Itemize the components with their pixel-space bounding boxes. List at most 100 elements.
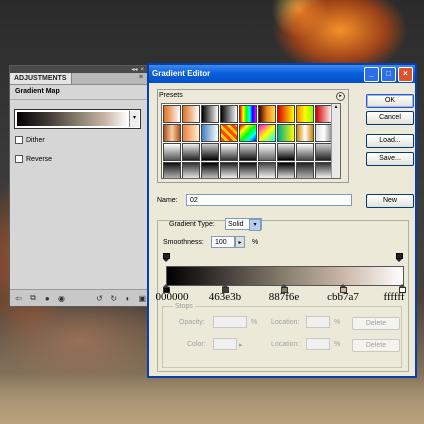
load-button[interactable]: Load...: [366, 134, 414, 148]
color-stop-label: 887f6e: [268, 291, 300, 303]
gradient-type-label: Gradient Type:: [169, 221, 215, 228]
name-label: Name:: [157, 197, 178, 204]
preset-swatch[interactable]: [163, 105, 181, 123]
expand-view-icon[interactable]: ⧉: [28, 293, 37, 303]
chevron-down-icon[interactable]: ▾: [129, 111, 139, 127]
presets-menu-icon[interactable]: ▸: [336, 92, 345, 101]
panel-header-strip: ◂◂ ×: [10, 66, 147, 73]
color-swatch-input[interactable]: [213, 338, 237, 350]
preset-swatch[interactable]: [258, 124, 276, 142]
reverse-label: Reverse: [26, 155, 53, 163]
name-input[interactable]: 02: [186, 194, 352, 206]
previous-state-icon[interactable]: ↺: [95, 294, 104, 303]
preset-swatch[interactable]: [201, 124, 219, 142]
close-icon[interactable]: ×: [398, 67, 413, 82]
preset-swatch[interactable]: [201, 162, 219, 178]
window-title: Gradient Editor: [152, 69, 211, 78]
opacity-location-input[interactable]: [306, 316, 330, 328]
preset-swatch[interactable]: [182, 105, 200, 123]
opacity-location-label: Location:: [271, 319, 300, 326]
color-location-label: Location:: [271, 341, 300, 348]
gradient-type-value: Solid: [228, 221, 244, 228]
cancel-button[interactable]: Cancel: [366, 111, 414, 125]
preset-swatch[interactable]: [163, 143, 181, 161]
preset-swatch[interactable]: [277, 143, 295, 161]
panel-menu-icon[interactable]: ≡: [139, 74, 143, 81]
preset-swatch[interactable]: [239, 105, 257, 123]
dither-checkbox-box[interactable]: [15, 136, 23, 144]
clip-layer-icon[interactable]: ●: [43, 294, 52, 303]
chevron-down-icon[interactable]: ▾: [249, 219, 261, 231]
visibility-eye-icon[interactable]: ◉: [57, 294, 66, 303]
delete-color-stop-button[interactable]: Delete: [352, 339, 400, 352]
opacity-label: Opacity:: [179, 319, 205, 326]
reset-icon[interactable]: ↻: [109, 294, 118, 303]
presets-scrollbar[interactable]: ▲: [331, 104, 340, 178]
gradient-type-select[interactable]: Solid ▾: [225, 218, 262, 231]
preset-swatch[interactable]: [220, 105, 238, 123]
smoothness-input[interactable]: 100: [211, 236, 235, 248]
new-button[interactable]: New: [366, 194, 414, 208]
preset-swatch[interactable]: [258, 105, 276, 123]
tab-adjustments[interactable]: ADJUSTMENTS: [10, 73, 72, 84]
preset-swatch[interactable]: [296, 105, 314, 123]
preset-swatch[interactable]: [201, 143, 219, 161]
preset-swatch[interactable]: [220, 143, 238, 161]
preset-swatch[interactable]: [277, 105, 295, 123]
gradient-picker[interactable]: ▾: [14, 109, 141, 129]
preset-swatch[interactable]: [296, 143, 314, 161]
preset-swatch[interactable]: [296, 124, 314, 142]
close-panel-icon[interactable]: ×: [140, 67, 144, 73]
reverse-checkbox[interactable]: Reverse: [15, 155, 52, 163]
back-arrow-icon[interactable]: ⇦: [14, 294, 23, 303]
maximize-icon[interactable]: □: [381, 67, 396, 82]
preset-swatch[interactable]: [258, 143, 276, 161]
save-button[interactable]: Save...: [366, 152, 414, 166]
preset-swatch[interactable]: [201, 105, 219, 123]
preset-swatch[interactable]: [239, 162, 257, 178]
preset-swatch[interactable]: [182, 143, 200, 161]
opacity-stop-right[interactable]: [396, 253, 403, 262]
preset-swatch[interactable]: [220, 124, 238, 142]
color-stop-label: ffffff: [383, 291, 405, 303]
color-location-input[interactable]: [306, 338, 330, 350]
preset-swatch[interactable]: [163, 162, 181, 178]
opacity-input[interactable]: [213, 316, 247, 328]
visibility-toggle-icon[interactable]: ◐: [123, 294, 132, 303]
color-location-unit: %: [334, 341, 341, 348]
collapse-icon[interactable]: ◂◂: [131, 66, 137, 73]
stops-group: [162, 306, 402, 368]
trash-icon[interactable]: ▣: [138, 294, 147, 303]
preset-swatch[interactable]: [277, 162, 295, 178]
dither-checkbox[interactable]: Dither: [15, 136, 45, 144]
window-titlebar[interactable]: Gradient Editor _ □ ×: [149, 65, 415, 83]
delete-opacity-stop-button[interactable]: Delete: [352, 317, 400, 330]
preset-swatch[interactable]: [220, 162, 238, 178]
smoothness-unit: %: [252, 239, 259, 246]
panel-title: Gradient Map: [15, 88, 60, 95]
color-stop-label: cbb7a7: [327, 291, 359, 303]
preset-swatch[interactable]: [258, 162, 276, 178]
preset-swatch[interactable]: [239, 124, 257, 142]
window-controls: _ □ ×: [364, 67, 413, 82]
preset-swatch[interactable]: [182, 124, 200, 142]
background-dust: [0, 374, 424, 424]
color-menu-icon[interactable]: ▸: [239, 341, 243, 349]
presets-label: Presets: [159, 92, 183, 99]
opacity-unit: %: [251, 319, 258, 326]
reverse-checkbox-box[interactable]: [15, 155, 23, 163]
dither-label: Dither: [26, 136, 45, 144]
opacity-stop-left[interactable]: [163, 253, 170, 262]
gradient-preview[interactable]: [17, 112, 128, 126]
preset-swatch[interactable]: [163, 124, 181, 142]
gradient-bar[interactable]: [166, 266, 404, 286]
preset-swatch[interactable]: [296, 162, 314, 178]
minimize-icon[interactable]: _: [364, 67, 379, 82]
gradient-editor-window: Gradient Editor _ □ × Presets ▸ ▲ OK Can…: [147, 63, 417, 378]
preset-swatch[interactable]: [277, 124, 295, 142]
panel-footer: ⇦ ⧉ ● ◉ ↺ ↻ ◐ ▣: [10, 289, 147, 306]
smoothness-dropdown-icon[interactable]: ▸: [235, 236, 245, 248]
preset-swatch[interactable]: [239, 143, 257, 161]
ok-button[interactable]: OK: [366, 94, 414, 108]
preset-swatch[interactable]: [182, 162, 200, 178]
